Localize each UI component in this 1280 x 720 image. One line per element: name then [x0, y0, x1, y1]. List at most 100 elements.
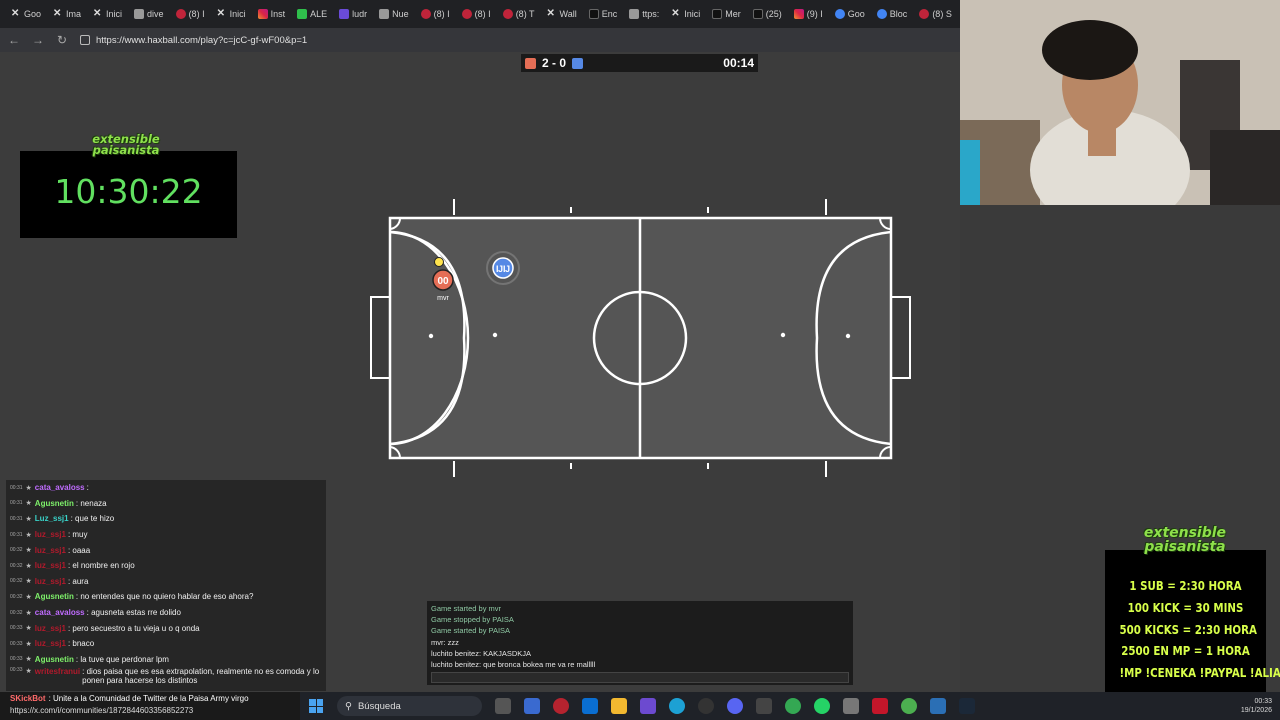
pen-icon[interactable]	[640, 698, 656, 714]
game-chat-line: mvr: zzz	[431, 637, 459, 647]
red-app-icon[interactable]	[872, 698, 888, 714]
streamer-image	[960, 0, 1280, 205]
gear-icon[interactable]	[843, 698, 859, 714]
purple-icon	[339, 9, 350, 19]
terminal-icon[interactable]	[756, 698, 772, 714]
chat-username[interactable]: Luz_ssj1	[35, 514, 69, 523]
x-icon: ✕	[53, 8, 62, 19]
chat-message: 00:31 ★ luz_ssj1: muy	[6, 526, 326, 543]
browser-tab[interactable]: ✕ Inici	[666, 3, 705, 25]
chat-username[interactable]: luz_ssj1	[35, 561, 66, 570]
edge-icon[interactable]	[669, 698, 685, 714]
chrome-icon[interactable]	[785, 698, 801, 714]
browser-tab[interactable]: (8) I	[416, 3, 455, 25]
chat-message: 00:32 ★ cata_avaloss: agusneta estas rre d…	[6, 604, 326, 621]
browser-tab[interactable]: ✕ Goo	[6, 3, 46, 25]
browser-tab[interactable]: ✕ Inici	[212, 3, 251, 25]
goal-line: 500 KICKS = 2:30 HORA	[1119, 621, 1257, 637]
browser-tab[interactable]: ludr	[334, 3, 372, 25]
tab-label: Enc	[601, 9, 618, 19]
doc-icon	[379, 9, 390, 19]
browser-tab[interactable]: (9) I	[789, 3, 828, 25]
chat-username[interactable]: Agusnetin	[35, 592, 74, 601]
browser-tab[interactable]: Enc	[584, 3, 623, 25]
chat-username[interactable]: luz_ssj1	[35, 577, 66, 586]
game-chat-line: Game started by mvr	[431, 604, 502, 613]
chat-username[interactable]: Agusnetin	[35, 499, 74, 508]
tab-label: Inici	[229, 9, 246, 19]
red-player-name: mvr	[437, 295, 449, 302]
whatsapp-icon[interactable]	[814, 698, 830, 714]
x-icon: ✕	[546, 8, 555, 19]
chat-username[interactable]: Agusnetin	[35, 655, 74, 664]
browser-tab[interactable]: (8) S	[914, 3, 957, 25]
browser-tab[interactable]: ✕ Inici	[88, 3, 127, 25]
badge-icon: ★	[25, 593, 32, 601]
windows-start-icon[interactable]	[309, 699, 323, 713]
chat-username[interactable]: luz_ssj1	[35, 624, 66, 633]
browser-tab[interactable]: ✕ Wall	[542, 3, 582, 25]
browser-tab[interactable]: Inst	[253, 3, 291, 25]
badge-icon: ★	[25, 609, 32, 617]
browser-tab[interactable]: (8) I	[457, 3, 496, 25]
game-chat-line: luchito benitez: que bronca bokea me va …	[431, 660, 596, 670]
forward-icon[interactable]: →	[28, 30, 48, 50]
chat-timestamp: 00:33	[10, 656, 23, 663]
store-icon[interactable]	[582, 698, 598, 714]
clock-date: 19/1/2026	[1240, 707, 1272, 714]
penalty-spot-left	[428, 333, 434, 339]
blue-player-avatar: ĲĲ	[496, 264, 510, 274]
blue-team-icon	[572, 57, 584, 69]
back-icon[interactable]: ←	[4, 30, 24, 50]
settings-icon[interactable]	[698, 698, 714, 714]
browser-tab[interactable]: Nue	[374, 3, 414, 25]
task-view-icon[interactable]	[495, 698, 511, 714]
browser-tab[interactable]: Mer	[707, 3, 746, 25]
browser-tab[interactable]: (8) I	[171, 3, 210, 25]
chat-username[interactable]: luz_ssj1	[35, 530, 66, 539]
chat-timestamp: 00:32	[10, 593, 23, 600]
logo-line-1: extensible	[1143, 525, 1227, 541]
browser-tab[interactable]: (25)	[748, 3, 787, 25]
chat-username[interactable]: cata_avaloss	[35, 483, 85, 492]
logo-line-2: paisanista	[92, 143, 160, 157]
chat-message: 00:31 ★ Agusnetin: nenaza	[6, 495, 326, 512]
chat-text: : que te hizo	[70, 514, 115, 524]
system-clock[interactable]: 00:33 19/1/2026	[1241, 697, 1272, 715]
chat-text: : oaaa	[67, 545, 91, 555]
browser-tab[interactable]: Bloc	[872, 3, 913, 25]
folder-icon[interactable]	[611, 698, 627, 714]
green-icon	[297, 9, 308, 19]
chat-text: : pero secuestro a tu vieja u o q onda	[67, 623, 200, 633]
copilot-icon[interactable]	[524, 698, 540, 714]
channel-logo-large: extensible paisanista	[1115, 526, 1255, 566]
browser-tab[interactable]: ttps:	[624, 3, 664, 25]
browser-tab[interactable]: ✕ Ima	[48, 3, 86, 25]
chat-username[interactable]: writesfranui	[35, 667, 80, 676]
browser-tab[interactable]: Goo	[830, 3, 870, 25]
steam-icon[interactable]	[959, 698, 975, 714]
chat-text: : el nombre en rojo	[67, 561, 135, 571]
tiktok-icon	[712, 9, 723, 19]
game-chat-input[interactable]	[431, 672, 849, 683]
browser-tab[interactable]: ALE	[292, 3, 332, 25]
chat-username[interactable]: cata_avaloss	[35, 608, 85, 617]
browser-tab[interactable]: dive	[129, 3, 169, 25]
chat-username[interactable]: luz_ssj1	[35, 546, 66, 555]
channel-logo: extensible paisanista	[78, 133, 174, 166]
chat-username[interactable]: luz_ssj1	[35, 639, 66, 648]
reload-icon[interactable]: ↻	[52, 30, 72, 50]
tab-label: (8) I	[433, 9, 450, 19]
chrome-alt-icon[interactable]	[901, 698, 917, 714]
url-field[interactable]: https://www.haxball.com/play?c=jcC-gf-wF…	[80, 31, 307, 49]
windows-taskbar: ⚲ Búsqueda 00:33 19/1/2026	[300, 692, 1280, 720]
score-text: 2 - 0	[542, 56, 567, 70]
tab-label: Inst	[270, 9, 286, 19]
discord-icon[interactable]	[727, 698, 743, 714]
app-icon[interactable]	[930, 698, 946, 714]
browser-tab[interactable]: (8) T	[498, 3, 540, 25]
opera-icon[interactable]	[553, 698, 569, 714]
site-info-icon[interactable]	[80, 35, 90, 45]
taskbar-search[interactable]: ⚲ Búsqueda	[337, 696, 482, 716]
penalty-spot-right	[845, 333, 851, 339]
